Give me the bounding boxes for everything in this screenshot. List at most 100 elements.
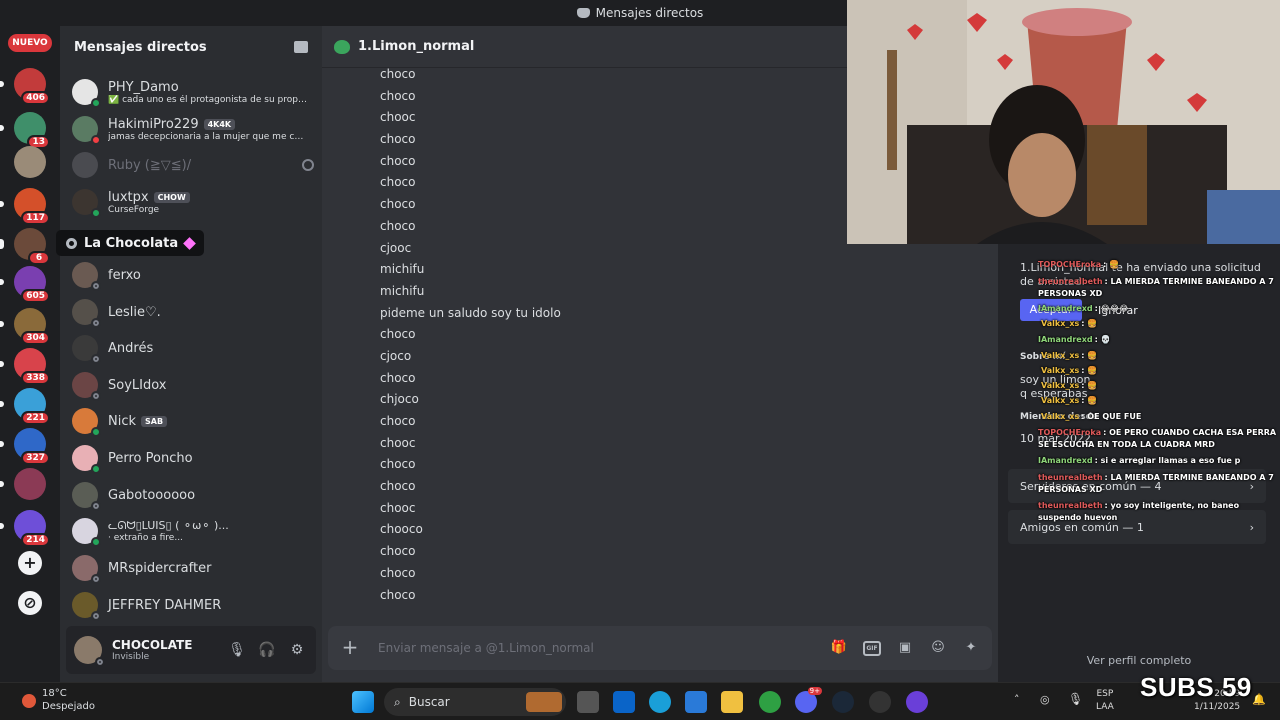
user-panel: CHOCOLATE Invisible 🎙 🎧 ⚙: [66, 626, 316, 674]
message: choco: [380, 544, 416, 559]
edge-icon[interactable]: [649, 691, 671, 713]
gif-icon[interactable]: GIF: [863, 640, 881, 656]
message: choco: [380, 414, 416, 428]
temperature: 18°C: [42, 688, 67, 699]
server-icon-10[interactable]: 327: [0, 428, 50, 465]
obs-icon[interactable]: [906, 691, 928, 713]
user-name: CHOCOLATE: [112, 638, 193, 652]
message: choco: [380, 587, 416, 602]
outlook-icon[interactable]: [613, 691, 635, 713]
dm-item[interactable]: Gabotoooooo: [72, 477, 314, 513]
message: choco: [380, 479, 416, 494]
server-icon-12[interactable]: 214: [0, 510, 50, 547]
channel-avatar: [334, 39, 350, 54]
dm-item[interactable]: ᓚᘏᗢ▯LUIS▯ ( ⚬ω⚬ )... · extraño a fire...: [72, 513, 314, 549]
server-tooltip: La Chocolata: [56, 230, 205, 256]
notification-icon[interactable]: 🔔: [1252, 693, 1266, 706]
discord-icon: [576, 8, 590, 18]
dm-item[interactable]: MRspidercrafter: [72, 550, 314, 586]
server-icon-la-chocolata[interactable]: 6: [0, 228, 50, 265]
avatar[interactable]: [74, 636, 105, 667]
message: choco: [380, 457, 416, 472]
dm-item[interactable]: Perro Poncho: [72, 440, 314, 476]
dm-item[interactable]: Nick SAB: [72, 403, 314, 439]
message: chooc: [380, 500, 416, 515]
server-icon-3[interactable]: [14, 146, 46, 178]
message: choco: [380, 327, 416, 342]
dm-item[interactable]: PHY_Damo ✅ cada uno es él protagonista de…: [72, 74, 314, 110]
new-badge[interactable]: NUEVO: [8, 34, 52, 52]
microphone-icon[interactable]: 🎙: [226, 639, 248, 661]
message: michifu: [380, 262, 425, 277]
message: michifu: [380, 283, 425, 298]
dm-item[interactable]: HakimiPro229 4K4K jamas decepcionaria a la…: [72, 111, 314, 147]
dm-item[interactable]: Andrés: [72, 330, 314, 366]
server-icon-4[interactable]: 117: [0, 188, 50, 225]
weather-widget[interactable]: 18°C Despejado: [22, 687, 95, 713]
server-icon-11[interactable]: [0, 468, 46, 500]
dm-item[interactable]: JEFFREY DAHMER: [72, 587, 314, 623]
task-view-icon[interactable]: [577, 691, 599, 713]
chevron-up-icon[interactable]: ˄: [1014, 693, 1020, 706]
windows-taskbar: 18°C Despejado ⌕ Buscar 9+ ˄ ◎ 🎙 ESP LAA …: [0, 682, 1280, 720]
dm-header: Mensajes directos: [60, 26, 322, 68]
headphones-icon[interactable]: 🎧: [256, 639, 278, 661]
start-button[interactable]: [352, 691, 374, 713]
server-icon-1[interactable]: 406: [0, 68, 50, 105]
search-icon: ⌕: [394, 694, 401, 709]
server-guide-icon: [66, 237, 77, 249]
explore-servers-button[interactable]: ⊘: [18, 591, 42, 615]
chrome-icon[interactable]: [759, 691, 781, 713]
gift-icon[interactable]: 🎁: [830, 639, 848, 657]
server-icon-9[interactable]: 221: [0, 388, 50, 425]
add-attachment-button[interactable]: +: [340, 637, 360, 658]
message: chooco: [380, 522, 423, 537]
blocked-icon: [302, 159, 314, 171]
view-full-profile-link[interactable]: Ver perfil completo: [998, 654, 1280, 667]
message: chjoco: [380, 392, 419, 407]
server-icon-2[interactable]: 13: [0, 112, 50, 149]
add-server-button[interactable]: +: [18, 551, 42, 575]
dm-item[interactable]: Leslie♡.: [72, 294, 314, 330]
message: cjoco: [380, 348, 412, 363]
dm-sidebar: Mensajes directos PHY_Damo ✅ cada uno es …: [60, 26, 322, 682]
dm-title: Mensajes directos: [74, 39, 207, 55]
webcam-image: [847, 0, 1280, 244]
user-status: Invisible: [112, 652, 150, 662]
steam-icon[interactable]: [832, 691, 854, 713]
microphone-tray-icon[interactable]: 🎙: [1068, 692, 1083, 706]
message: choco: [380, 370, 416, 385]
network-icon[interactable]: ◎: [1040, 693, 1050, 706]
dm-item[interactable]: ferxo: [72, 257, 314, 293]
dm-item[interactable]: SoyLIdox: [72, 367, 314, 403]
window-title: Mensajes directos: [595, 6, 704, 20]
taskbar-search[interactable]: ⌕ Buscar: [384, 688, 566, 716]
message-composer[interactable]: + Enviar mensaje a @1.Limon_normal 🎁 GIF…: [328, 626, 992, 670]
subs-counter-overlay: SUBS 59: [1140, 672, 1252, 702]
server-icon-8[interactable]: 338: [0, 348, 50, 385]
gear-icon[interactable]: ⚙: [286, 639, 308, 661]
app-icon[interactable]: [869, 691, 891, 713]
search-highlight-icon: [526, 692, 562, 712]
dm-item[interactable]: Ruby (≧▽≦)/: [72, 147, 314, 183]
apps-icon[interactable]: ✦: [962, 639, 980, 657]
tooltip-server-name: La Chocolata: [84, 235, 179, 251]
message: chooc: [380, 435, 416, 450]
store-icon[interactable]: [685, 691, 707, 713]
message: choco: [380, 565, 416, 580]
dm-item[interactable]: luxtpx CHOW CurseForge: [72, 184, 314, 220]
language-indicator[interactable]: ESP LAA: [1096, 688, 1114, 714]
sticker-icon[interactable]: ▣: [896, 639, 914, 657]
webcam-overlay: [847, 0, 1280, 244]
discord-taskbar-icon[interactable]: 9+: [795, 687, 822, 713]
emoji-icon[interactable]: ☺: [929, 639, 947, 657]
channel-name: 1.Limon_normal: [358, 39, 475, 54]
file-explorer-icon[interactable]: [721, 691, 743, 713]
server-icon-7[interactable]: 304: [0, 308, 50, 345]
message: pideme un saludo soy tu idolo: [380, 305, 561, 320]
server-icon-6[interactable]: 605: [0, 266, 50, 303]
new-dm-icon[interactable]: [294, 41, 308, 53]
weather-icon: [22, 694, 36, 708]
message-input[interactable]: Enviar mensaje a @1.Limon_normal: [378, 641, 815, 655]
weather-text: Despejado: [42, 701, 95, 712]
